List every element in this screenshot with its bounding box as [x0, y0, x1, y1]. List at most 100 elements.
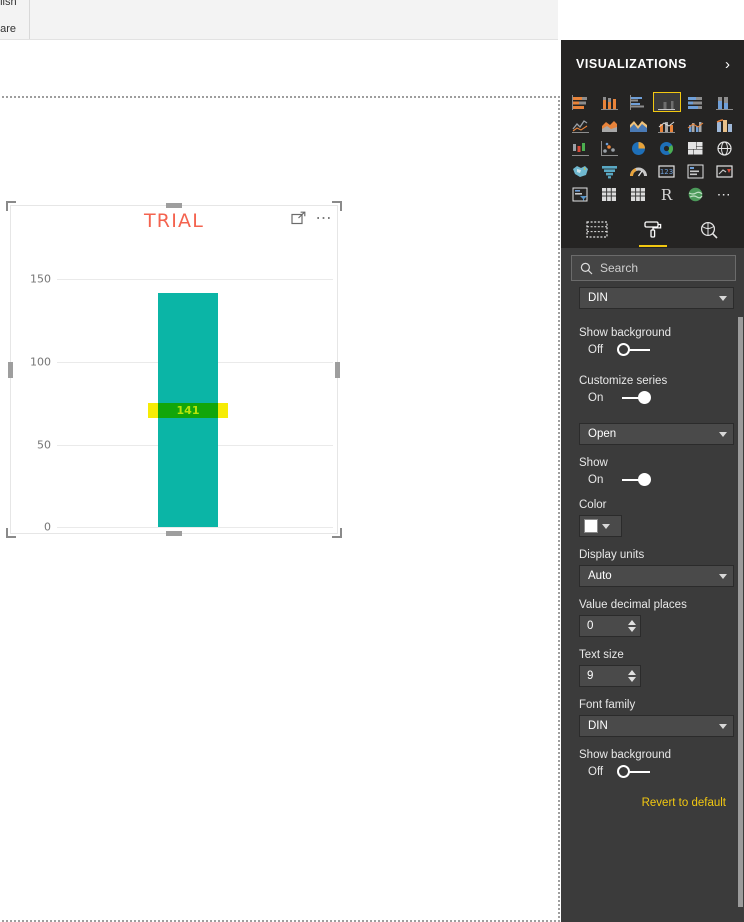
show-toggle[interactable]	[617, 473, 651, 487]
visualizations-pane-title: VISUALIZATIONS	[576, 57, 687, 71]
revert-to-default-link[interactable]: Revert to default	[579, 779, 734, 809]
color-picker[interactable]	[579, 515, 622, 537]
kpi-icon[interactable]	[710, 161, 738, 181]
fields-grid-icon	[585, 221, 608, 238]
arcgis-maps-icon[interactable]	[682, 184, 710, 204]
spinner-down-icon[interactable]	[628, 627, 636, 632]
funnel-chart-icon[interactable]	[596, 161, 624, 181]
selection-handle-right[interactable]	[335, 361, 340, 378]
spinner-arrows[interactable]	[628, 670, 636, 682]
matrix-icon[interactable]	[624, 184, 652, 204]
ribbon-strip: blish hare	[0, 0, 558, 40]
table-icon[interactable]	[596, 184, 624, 204]
spinner-down-icon[interactable]	[628, 677, 636, 682]
selection-handle-bottom-right[interactable]	[332, 528, 342, 538]
card-icon[interactable]: 123	[653, 161, 681, 181]
svg-text:123: 123	[660, 168, 673, 176]
display-units-label: Display units	[579, 549, 645, 561]
clustered-column-chart-icon[interactable]	[652, 92, 681, 112]
ribbon-publish-label[interactable]: blish	[0, 0, 17, 8]
chevron-down-icon	[602, 523, 610, 529]
selection-handle-top[interactable]	[166, 203, 182, 208]
selection-handle-top-left[interactable]	[6, 201, 16, 211]
analytics-tab[interactable]	[692, 212, 726, 248]
ribbon-share-label[interactable]: hare	[0, 23, 16, 35]
focus-mode-icon[interactable]	[290, 211, 306, 226]
font-family-top-value: DIN	[588, 292, 608, 304]
format-pane-scroll-region[interactable]: DIN Show background Off Customize series…	[561, 287, 744, 909]
selection-handle-top-right[interactable]	[332, 201, 342, 211]
line-chart-icon[interactable]	[567, 115, 595, 135]
format-pane-scrollbar[interactable]	[738, 317, 743, 907]
search-wrapper: Search	[561, 248, 744, 287]
display-units-value: Auto	[588, 570, 612, 582]
display-units-dropdown[interactable]: Auto	[579, 565, 734, 587]
donut-chart-icon[interactable]	[653, 138, 681, 158]
value-decimal-places-value: 0	[587, 620, 594, 632]
scatter-chart-icon[interactable]	[596, 138, 624, 158]
fields-tab[interactable]	[580, 212, 614, 248]
customize-series-toggle[interactable]	[617, 391, 651, 405]
hundred-percent-stacked-bar-chart-icon[interactable]	[682, 92, 710, 112]
waterfall-chart-icon[interactable]	[567, 138, 595, 158]
selection-handle-bottom-left[interactable]	[6, 528, 16, 538]
visualizations-pane: VISUALIZATIONS › 123 R ⋯ Search DIN Show…	[561, 40, 744, 922]
font-family-dropdown[interactable]: DIN	[579, 715, 734, 737]
show-background-toggle[interactable]	[617, 765, 651, 779]
line-and-clustered-column-chart-icon[interactable]	[682, 115, 710, 135]
stacked-column-chart-icon[interactable]	[596, 92, 624, 112]
selection-handle-bottom[interactable]	[166, 531, 182, 536]
filled-map-icon[interactable]	[567, 161, 595, 181]
gridline-150	[57, 279, 333, 280]
show-background-row: Off	[588, 765, 734, 779]
format-tab[interactable]	[636, 212, 670, 248]
pie-chart-icon[interactable]	[624, 138, 652, 158]
show-background-state: Off	[588, 766, 604, 778]
visual-type-icon-grid: 123 R ⋯	[561, 88, 744, 210]
show-background-top-row: Off	[588, 343, 734, 357]
customize-series-label: Customize series	[579, 375, 668, 387]
more-options-ellipsis[interactable]: ⋯	[316, 210, 334, 226]
clustered-bar-chart-icon[interactable]	[624, 92, 652, 112]
stacked-bar-chart-icon[interactable]	[567, 92, 595, 112]
series-value: Open	[588, 428, 617, 440]
hundred-percent-stacked-column-chart-icon[interactable]	[710, 92, 738, 112]
ytick-label-150: 150	[30, 272, 51, 286]
spinner-up-icon[interactable]	[628, 620, 636, 625]
text-size-value: 9	[587, 670, 594, 682]
line-and-stacked-column-chart-icon[interactable]	[653, 115, 681, 135]
search-input[interactable]: Search	[571, 255, 736, 281]
map-icon[interactable]	[710, 138, 738, 158]
chart-plot-area: 150 100 50 0 141	[11, 246, 339, 535]
column-chart-visual[interactable]: TRIAL ⋯ 150 100 50 0 141	[6, 201, 342, 538]
text-size-spinner[interactable]: 9	[579, 665, 641, 687]
stacked-area-chart-icon[interactable]	[624, 115, 652, 135]
selection-handle-left[interactable]	[8, 361, 13, 378]
show-background-top-toggle[interactable]	[617, 343, 651, 357]
more-visuals-icon[interactable]: ⋯	[710, 184, 738, 204]
data-label-highlight-overlap: 141	[158, 403, 218, 418]
slicer-icon[interactable]	[567, 184, 595, 204]
report-canvas-area[interactable]: TRIAL ⋯ 150 100 50 0 141	[0, 40, 560, 922]
gridline-0	[57, 527, 333, 528]
text-size-label: Text size	[579, 649, 624, 661]
font-family-label: Font family	[579, 699, 636, 711]
multi-row-card-icon[interactable]	[682, 161, 710, 181]
chevron-right-icon[interactable]: ›	[725, 57, 730, 72]
spinner-arrows[interactable]	[628, 620, 636, 632]
font-family-dropdown-top[interactable]: DIN	[579, 287, 734, 309]
data-label-value: 141	[176, 404, 200, 417]
area-chart-icon[interactable]	[596, 115, 624, 135]
analytics-magnifier-icon	[700, 221, 718, 239]
show-label: Show	[579, 457, 608, 469]
visual-header-icons: ⋯	[290, 210, 334, 226]
ribbon-chart-icon[interactable]	[710, 115, 738, 135]
r-script-visual-icon[interactable]: R	[653, 184, 681, 204]
value-decimal-places-spinner[interactable]: 0	[579, 615, 641, 637]
spinner-up-icon[interactable]	[628, 670, 636, 675]
gauge-chart-icon[interactable]	[624, 161, 652, 181]
ytick-label-0: 0	[44, 520, 51, 534]
treemap-icon[interactable]	[682, 138, 710, 158]
paint-roller-icon	[643, 221, 661, 238]
series-dropdown[interactable]: Open	[579, 423, 734, 445]
